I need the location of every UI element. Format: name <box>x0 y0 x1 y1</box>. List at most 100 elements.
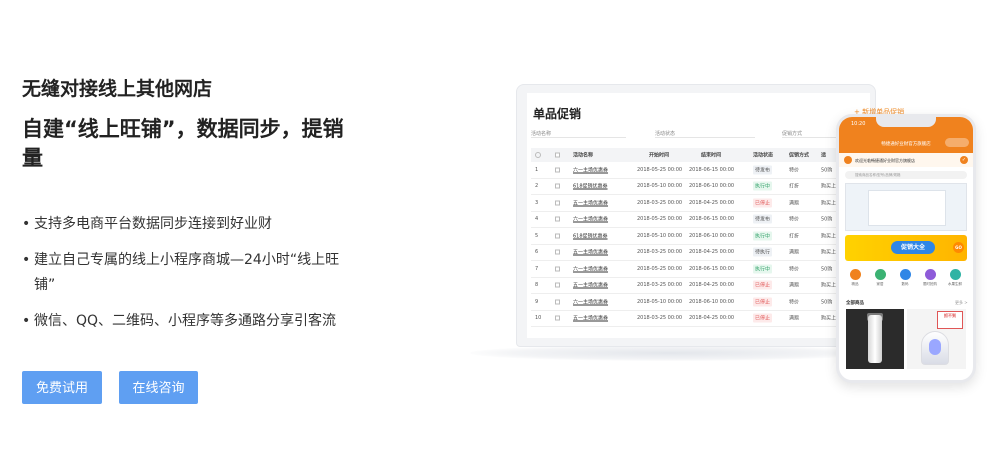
status-badge: 已停止 <box>753 198 773 208</box>
category-icon <box>949 269 961 280</box>
category-icon <box>924 269 936 280</box>
activity-name-link[interactable]: 六一主场优惠券 <box>573 166 608 173</box>
promo-page-title: 单品促销 <box>533 107 582 121</box>
row-checkbox[interactable] <box>555 282 560 288</box>
table-row[interactable]: 7 六一主场优惠券 2018-05-25 00:00 2018-06-15 00:00… <box>531 261 861 278</box>
online-consult-button[interactable]: 在线咨询 <box>119 371 198 404</box>
feature-item: • 建立自己专属的线上小程序商城—24小时“线上旺铺” <box>22 248 352 298</box>
activity-name-link[interactable]: 六一主场优惠券 <box>573 216 608 223</box>
bullet-marker: • <box>22 252 31 268</box>
row-checkbox[interactable] <box>555 266 560 272</box>
table-row[interactable]: 9 六一主场优惠券 2018-05-10 00:00 2018-06-10 00:00… <box>531 294 861 311</box>
col-activity-name[interactable]: 活动名称 <box>573 152 593 159</box>
row-checkbox[interactable] <box>555 249 560 255</box>
end-time: 2018-04-25 00:00 <box>689 199 735 206</box>
status-badge: 待执行 <box>753 247 773 257</box>
row-checkbox[interactable] <box>555 183 560 189</box>
activity-name-link[interactable]: 五一主场优惠券 <box>573 282 608 289</box>
end-time: 2018-06-10 00:00 <box>689 232 735 239</box>
row-checkbox[interactable] <box>555 299 560 305</box>
activity-name-link[interactable]: 五一主场优惠券 <box>573 315 608 322</box>
category-item[interactable]: 水果生鲜 <box>945 269 965 287</box>
phone-banner[interactable] <box>845 183 967 231</box>
row-checkbox[interactable] <box>555 167 560 173</box>
category-item[interactable]: 数码 <box>895 269 915 287</box>
start-time: 2018-05-10 00:00 <box>637 183 683 190</box>
category-item[interactable]: 限时抢购 <box>920 269 940 287</box>
table-row[interactable]: 6 五一主场优惠券 2018-03-25 00:00 2018-04-25 00:00… <box>531 245 861 261</box>
activity-name-link[interactable]: 五一主场优惠券 <box>573 249 608 256</box>
filter-activity-name: 活动名称 <box>531 131 552 137</box>
col-end-time[interactable]: 结束时间 <box>701 152 721 159</box>
feature-text: 微信、QQ、二维码、小程序等多通路分享引客流 <box>34 313 337 329</box>
activity-name-link[interactable]: 五一主场优惠券 <box>573 199 608 206</box>
table-row[interactable]: 3 五一主场优惠券 2018-03-25 00:00 2018-04-25 00:00… <box>531 195 861 212</box>
row-checkbox[interactable] <box>555 200 560 206</box>
category-item[interactable]: 精品 <box>845 269 865 287</box>
promo-method: 打折 <box>789 183 800 190</box>
promo-method: 满赠 <box>789 249 800 256</box>
table-row[interactable]: 5 618促销优惠券 2018-05-10 00:00 2018-06-10 00:0… <box>531 228 861 245</box>
col-activity-status[interactable]: 活动状态 <box>753 152 773 159</box>
col-start-time[interactable]: 开始时间 <box>649 152 669 159</box>
col-extra[interactable]: 适 <box>821 152 826 159</box>
category-icon <box>849 269 861 280</box>
row-number: 9 <box>535 298 539 305</box>
filter-bar: 活动名称 活动状态 促销方式 <box>531 127 862 139</box>
table-row[interactable]: 2 618促销优惠券 2018-05-10 00:00 2018-06-10 00:0… <box>531 179 861 195</box>
activity-name-link[interactable]: 618促销优惠券 <box>573 232 608 239</box>
more-link[interactable]: 更多 > <box>955 300 968 306</box>
row-number: 10 <box>535 315 542 322</box>
row-checkbox[interactable] <box>555 233 560 239</box>
hero-subtitle: 无缝对接线上其他网店 <box>22 78 213 100</box>
table-row[interactable]: 8 五一主场优惠券 2018-03-25 00:00 2018-04-25 00:00… <box>531 278 861 294</box>
table-row[interactable]: 10 五一主场优惠券 2018-03-25 00:00 2018-04-25 00:0… <box>531 311 861 327</box>
promo-label: 促销大全 <box>891 241 935 254</box>
activity-name-link[interactable]: 六一主场优惠券 <box>573 265 608 272</box>
category-item[interactable]: 家居 <box>870 269 890 287</box>
phone-search-input[interactable]: 搜索商品名称/型号/品牌/规格 <box>845 171 967 179</box>
goods-card-bottle[interactable] <box>846 309 904 369</box>
end-time: 2018-04-25 00:00 <box>689 282 735 289</box>
goods-tag: 抓不到 <box>937 311 963 329</box>
table-row[interactable]: 4 六一主场优惠券 2018-05-25 00:00 2018-06-15 00:00… <box>531 212 861 228</box>
category-label: 家居 <box>876 282 884 286</box>
goods-card-lamp[interactable]: 抓不到 <box>907 309 966 369</box>
promo-method: 满赠 <box>789 200 800 207</box>
share-icon[interactable]: ✓ <box>960 156 968 164</box>
filter-activity-status-line[interactable] <box>655 137 755 138</box>
select-all-checkbox[interactable] <box>555 152 560 158</box>
activity-name-link[interactable]: 六一主场优惠券 <box>573 298 608 305</box>
row-checkbox[interactable] <box>555 315 560 321</box>
promo-go-button[interactable]: GO <box>953 242 964 253</box>
extra-info: 50购 <box>821 266 833 273</box>
status-badge: 已停止 <box>753 313 773 323</box>
promo-method: 特价 <box>789 266 800 273</box>
settings-icon[interactable] <box>535 152 541 158</box>
end-time: 2018-06-15 00:00 <box>689 265 735 272</box>
activity-name-link[interactable]: 618促销优惠券 <box>573 183 608 190</box>
extra-info: 购买上 <box>821 183 837 190</box>
category-label: 数码 <box>901 282 909 286</box>
table-body: 1 六一主场优惠券 2018-05-25 00:00 2018-06-15 00:00… <box>531 162 861 327</box>
status-badge: 待发布 <box>753 214 773 224</box>
row-checkbox[interactable] <box>555 216 560 222</box>
phone-time: 10:20 <box>851 121 866 127</box>
feature-item: • 微信、QQ、二维码、小程序等多通路分享引客流 <box>22 309 352 334</box>
status-badge: 已停止 <box>753 297 773 307</box>
col-promo-method[interactable]: 促销方式 <box>789 152 809 159</box>
filter-activity-name-line[interactable] <box>531 137 626 138</box>
end-time: 2018-06-15 00:00 <box>689 216 735 223</box>
promo-banner[interactable]: 促销大全 GO <box>845 235 967 261</box>
feature-list: • 支持多电商平台数据同步连接到好业财 • 建立自己专属的线上小程序商城—24小时“… <box>22 212 352 345</box>
promo-method: 特价 <box>789 299 800 306</box>
table-row[interactable]: 1 六一主场优惠券 2018-05-25 00:00 2018-06-15 00:00… <box>531 162 861 179</box>
mini-program-menu-icon[interactable] <box>945 138 969 147</box>
bottle-icon <box>868 315 882 363</box>
laptop-shadow <box>470 345 870 361</box>
start-time: 2018-03-25 00:00 <box>637 249 683 256</box>
phone-notch <box>876 117 936 127</box>
row-number: 1 <box>535 166 539 173</box>
shop-logo <box>844 156 852 164</box>
free-trial-button[interactable]: 免费试用 <box>22 371 102 404</box>
